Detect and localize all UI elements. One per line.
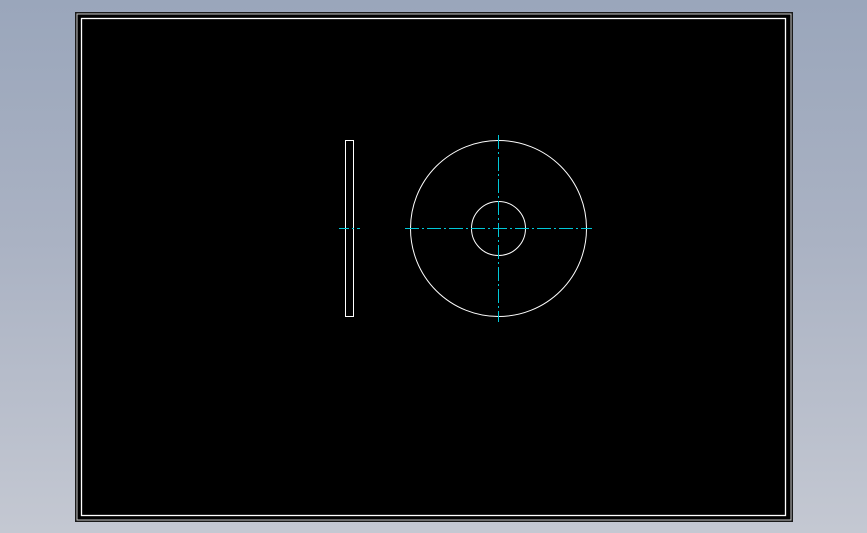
- cad-viewport[interactable]: [0, 0, 867, 533]
- drawing-canvas[interactable]: [0, 0, 867, 533]
- drawing-sheet: [76, 13, 792, 521]
